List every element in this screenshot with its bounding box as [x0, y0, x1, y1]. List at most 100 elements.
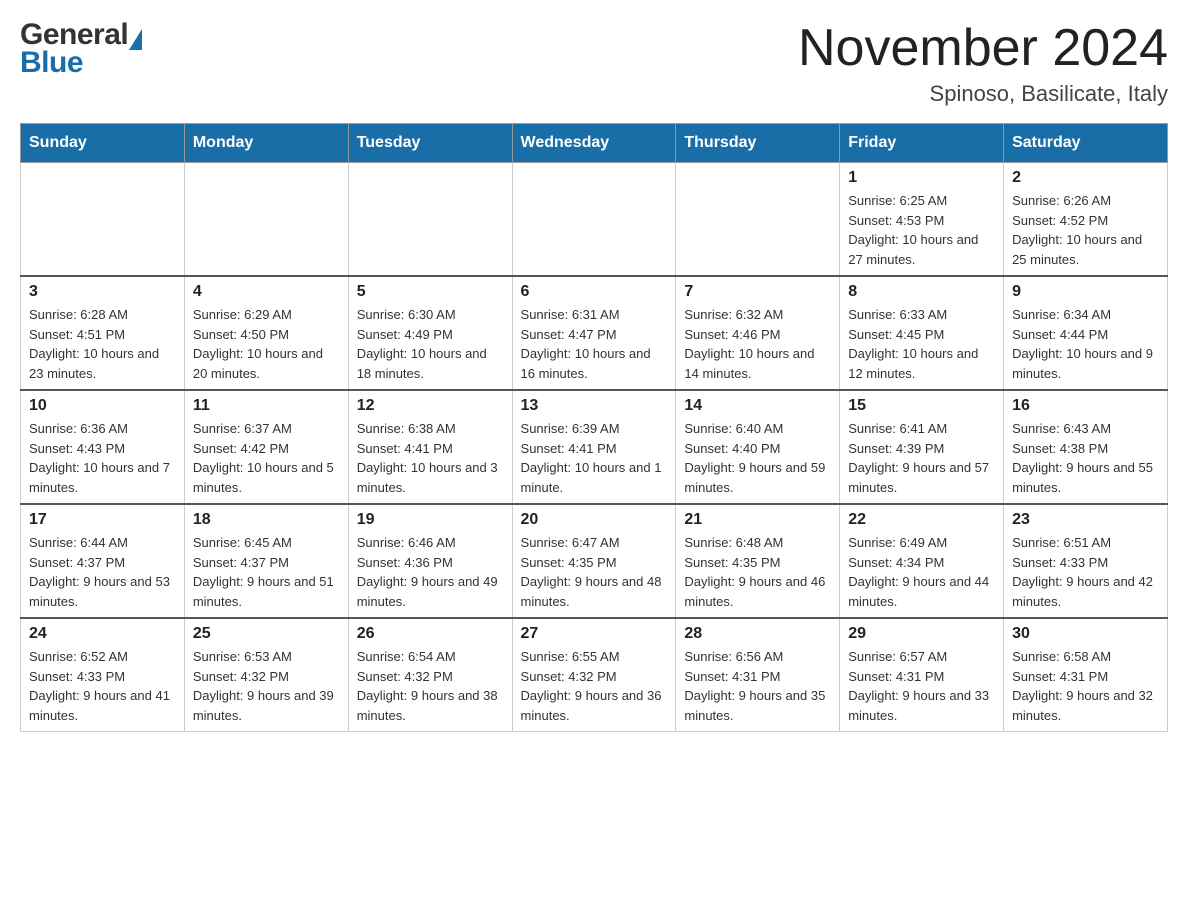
- table-row: 24Sunrise: 6:52 AM Sunset: 4:33 PM Dayli…: [21, 618, 185, 732]
- calendar-week-row: 10 Sunrise: 6:36 AM Sunset: 4:43 PM Dayli…: [21, 390, 1168, 504]
- day-info: Sunrise: 6:46 AM Sunset: 4:36 PM Dayligh…: [357, 533, 504, 611]
- day-number: 22: [848, 511, 995, 529]
- day-number: 27: [521, 625, 668, 643]
- day-info: Sunrise: 6:56 AM Sunset: 4:31 PM Dayligh…: [684, 647, 831, 725]
- table-row: 28 Sunrise: 6:56 AM Sunset: 4:31 PM Dayli…: [676, 618, 840, 732]
- day-info: Sunrise: 6:31 AM Sunset: 4:47 PM Dayligh…: [521, 305, 668, 383]
- calendar-week-row: 24Sunrise: 6:52 AM Sunset: 4:33 PM Dayli…: [21, 618, 1168, 732]
- day-info: Sunrise: 6:43 AM Sunset: 4:38 PM Dayligh…: [1012, 419, 1159, 497]
- day-info: Sunrise: 6:57 AM Sunset: 4:31 PM Dayligh…: [848, 647, 995, 725]
- day-info: Sunrise: 6:29 AM Sunset: 4:50 PM Dayligh…: [193, 305, 340, 383]
- table-row: [676, 163, 840, 277]
- table-row: 15Sunrise: 6:41 AM Sunset: 4:39 PM Dayli…: [840, 390, 1004, 504]
- table-row: 22 Sunrise: 6:49 AM Sunset: 4:34 PM Dayli…: [840, 504, 1004, 618]
- col-friday: Friday: [840, 124, 1004, 163]
- table-row: 23Sunrise: 6:51 AM Sunset: 4:33 PM Dayli…: [1004, 504, 1168, 618]
- day-info: Sunrise: 6:37 AM Sunset: 4:42 PM Dayligh…: [193, 419, 340, 497]
- day-number: 16: [1012, 397, 1159, 415]
- table-row: 9Sunrise: 6:34 AM Sunset: 4:44 PM Daylig…: [1004, 276, 1168, 390]
- day-info: Sunrise: 6:44 AM Sunset: 4:37 PM Dayligh…: [29, 533, 176, 611]
- col-monday: Monday: [184, 124, 348, 163]
- table-row: [21, 163, 185, 277]
- calendar-table: Sunday Monday Tuesday Wednesday Thursday…: [20, 123, 1168, 732]
- table-row: 3 Sunrise: 6:28 AM Sunset: 4:51 PM Daylig…: [21, 276, 185, 390]
- day-info: Sunrise: 6:55 AM Sunset: 4:32 PM Dayligh…: [521, 647, 668, 725]
- table-row: 10 Sunrise: 6:36 AM Sunset: 4:43 PM Dayli…: [21, 390, 185, 504]
- table-row: [348, 163, 512, 277]
- month-title: November 2024: [798, 20, 1168, 77]
- table-row: 13 Sunrise: 6:39 AM Sunset: 4:41 PM Dayli…: [512, 390, 676, 504]
- day-number: 26: [357, 625, 504, 643]
- day-number: 5: [357, 283, 504, 301]
- table-row: 25 Sunrise: 6:53 AM Sunset: 4:32 PM Dayli…: [184, 618, 348, 732]
- day-info: Sunrise: 6:28 AM Sunset: 4:51 PM Dayligh…: [29, 305, 176, 383]
- day-info: Sunrise: 6:52 AM Sunset: 4:33 PM Dayligh…: [29, 647, 176, 725]
- day-number: 20: [521, 511, 668, 529]
- title-area: November 2024 Spinoso, Basilicate, Italy: [798, 20, 1168, 107]
- col-sunday: Sunday: [21, 124, 185, 163]
- day-number: 25: [193, 625, 340, 643]
- location-subtitle: Spinoso, Basilicate, Italy: [798, 81, 1168, 107]
- day-info: Sunrise: 6:48 AM Sunset: 4:35 PM Dayligh…: [684, 533, 831, 611]
- day-info: Sunrise: 6:58 AM Sunset: 4:31 PM Dayligh…: [1012, 647, 1159, 725]
- col-saturday: Saturday: [1004, 124, 1168, 163]
- day-number: 29: [848, 625, 995, 643]
- table-row: 17 Sunrise: 6:44 AM Sunset: 4:37 PM Dayli…: [21, 504, 185, 618]
- day-number: 8: [848, 283, 995, 301]
- day-number: 28: [684, 625, 831, 643]
- day-info: Sunrise: 6:39 AM Sunset: 4:41 PM Dayligh…: [521, 419, 668, 497]
- day-number: 11: [193, 397, 340, 415]
- day-number: 14: [684, 397, 831, 415]
- table-row: 21 Sunrise: 6:48 AM Sunset: 4:35 PM Dayli…: [676, 504, 840, 618]
- day-number: 23: [1012, 511, 1159, 529]
- day-info: Sunrise: 6:54 AM Sunset: 4:32 PM Dayligh…: [357, 647, 504, 725]
- day-number: 6: [521, 283, 668, 301]
- table-row: 27 Sunrise: 6:55 AM Sunset: 4:32 PM Dayli…: [512, 618, 676, 732]
- table-row: [184, 163, 348, 277]
- calendar-week-row: 3 Sunrise: 6:28 AM Sunset: 4:51 PM Daylig…: [21, 276, 1168, 390]
- table-row: 7 Sunrise: 6:32 AM Sunset: 4:46 PM Daylig…: [676, 276, 840, 390]
- day-info: Sunrise: 6:32 AM Sunset: 4:46 PM Dayligh…: [684, 305, 831, 383]
- day-number: 18: [193, 511, 340, 529]
- day-info: Sunrise: 6:45 AM Sunset: 4:37 PM Dayligh…: [193, 533, 340, 611]
- day-number: 1: [848, 169, 995, 187]
- day-info: Sunrise: 6:47 AM Sunset: 4:35 PM Dayligh…: [521, 533, 668, 611]
- day-info: Sunrise: 6:30 AM Sunset: 4:49 PM Dayligh…: [357, 305, 504, 383]
- table-row: 12 Sunrise: 6:38 AM Sunset: 4:41 PM Dayli…: [348, 390, 512, 504]
- day-info: Sunrise: 6:36 AM Sunset: 4:43 PM Dayligh…: [29, 419, 176, 497]
- day-info: Sunrise: 6:53 AM Sunset: 4:32 PM Dayligh…: [193, 647, 340, 725]
- day-number: 19: [357, 511, 504, 529]
- table-row: 26 Sunrise: 6:54 AM Sunset: 4:32 PM Dayli…: [348, 618, 512, 732]
- table-row: 16 Sunrise: 6:43 AM Sunset: 4:38 PM Dayli…: [1004, 390, 1168, 504]
- day-number: 12: [357, 397, 504, 415]
- table-row: 2Sunrise: 6:26 AM Sunset: 4:52 PM Daylig…: [1004, 163, 1168, 277]
- col-thursday: Thursday: [676, 124, 840, 163]
- logo-arrow-icon: [129, 29, 142, 50]
- day-number: 10: [29, 397, 176, 415]
- day-info: Sunrise: 6:49 AM Sunset: 4:34 PM Dayligh…: [848, 533, 995, 611]
- table-row: 11 Sunrise: 6:37 AM Sunset: 4:42 PM Dayli…: [184, 390, 348, 504]
- table-row: 8 Sunrise: 6:33 AM Sunset: 4:45 PM Daylig…: [840, 276, 1004, 390]
- day-number: 3: [29, 283, 176, 301]
- day-number: 13: [521, 397, 668, 415]
- day-info: Sunrise: 6:33 AM Sunset: 4:45 PM Dayligh…: [848, 305, 995, 383]
- table-row: [512, 163, 676, 277]
- table-row: 30 Sunrise: 6:58 AM Sunset: 4:31 PM Dayli…: [1004, 618, 1168, 732]
- day-number: 7: [684, 283, 831, 301]
- table-row: 19 Sunrise: 6:46 AM Sunset: 4:36 PM Dayli…: [348, 504, 512, 618]
- day-number: 21: [684, 511, 831, 529]
- day-number: 17: [29, 511, 176, 529]
- day-info: Sunrise: 6:26 AM Sunset: 4:52 PM Dayligh…: [1012, 191, 1159, 269]
- day-info: Sunrise: 6:38 AM Sunset: 4:41 PM Dayligh…: [357, 419, 504, 497]
- table-row: 18 Sunrise: 6:45 AM Sunset: 4:37 PM Dayli…: [184, 504, 348, 618]
- day-info: Sunrise: 6:25 AM Sunset: 4:53 PM Dayligh…: [848, 191, 995, 269]
- day-number: 30: [1012, 625, 1159, 643]
- table-row: 4 Sunrise: 6:29 AM Sunset: 4:50 PM Daylig…: [184, 276, 348, 390]
- table-row: 14 Sunrise: 6:40 AM Sunset: 4:40 PM Dayli…: [676, 390, 840, 504]
- day-number: 4: [193, 283, 340, 301]
- table-row: 1 Sunrise: 6:25 AM Sunset: 4:53 PM Daylig…: [840, 163, 1004, 277]
- day-number: 15: [848, 397, 995, 415]
- logo-blue-text: Blue: [20, 48, 83, 78]
- day-info: Sunrise: 6:40 AM Sunset: 4:40 PM Dayligh…: [684, 419, 831, 497]
- col-wednesday: Wednesday: [512, 124, 676, 163]
